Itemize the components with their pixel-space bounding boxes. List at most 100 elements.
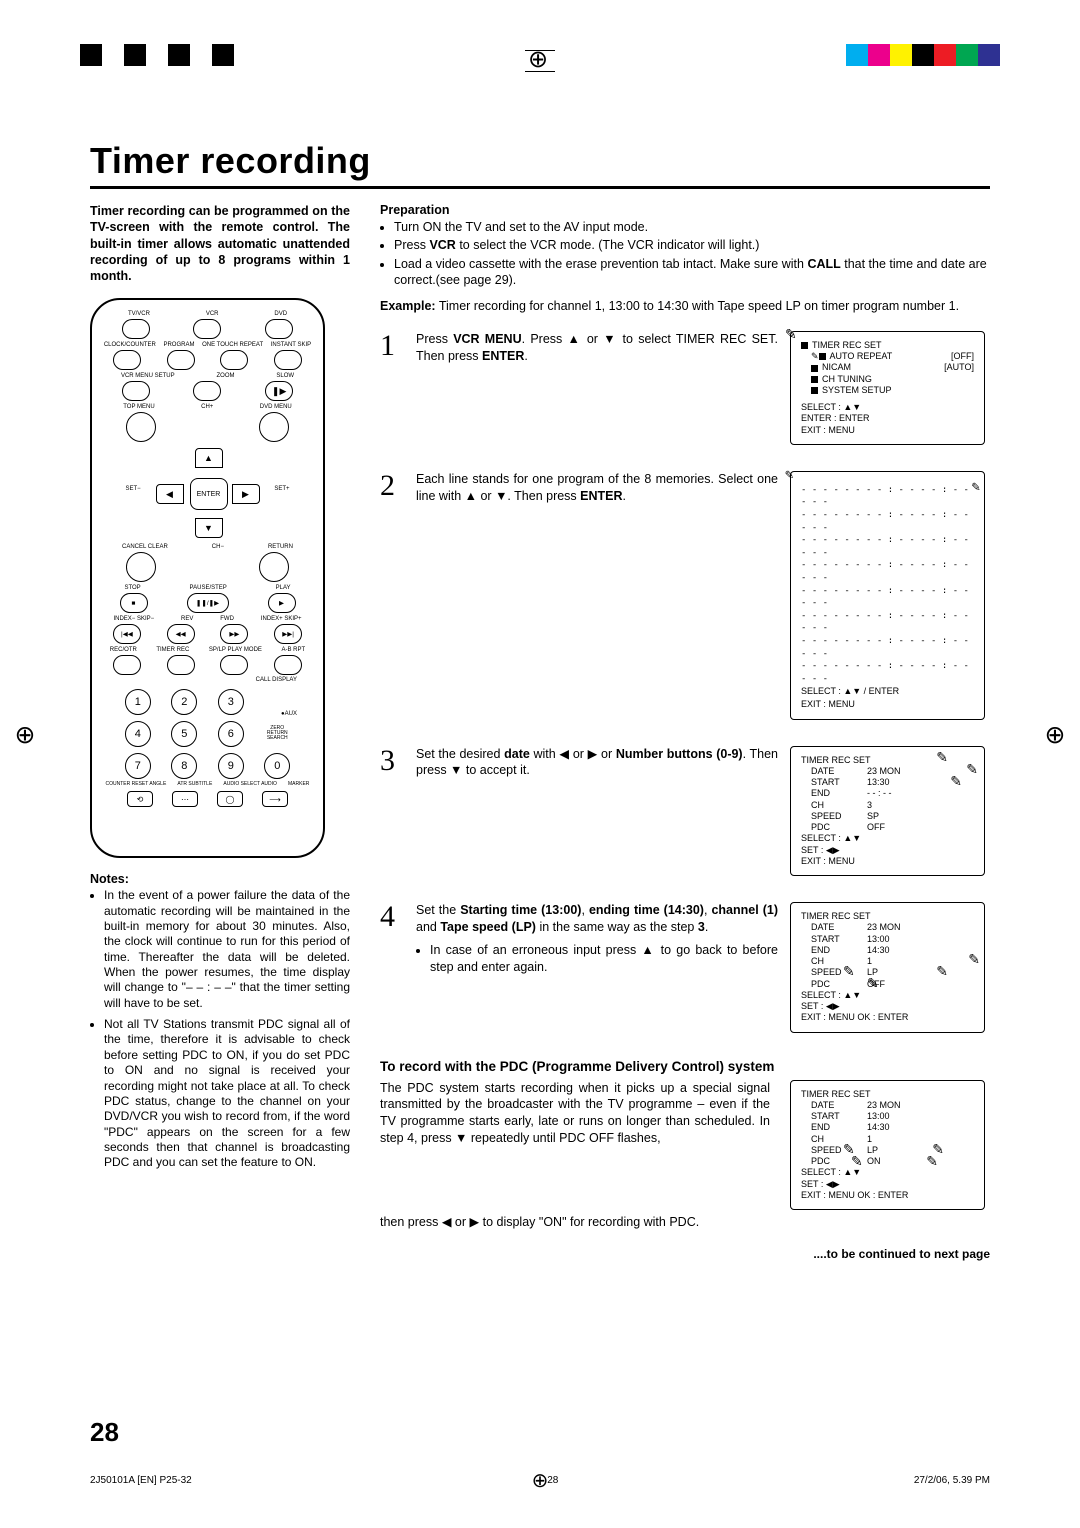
right-column: Preparation Turn ON the TV and set to th… (380, 203, 990, 1261)
remote-nav-left: ◀ (156, 484, 184, 504)
remote-call-label: CALL DISPLAY (100, 677, 315, 683)
remote-label: INDEX− SKIP− (113, 616, 154, 622)
remote-label: REV (181, 616, 193, 622)
title-rule (90, 186, 990, 189)
remote-label: TV/VCR (128, 311, 150, 317)
remote-button (167, 655, 195, 675)
pen-icon: ✎ (936, 749, 948, 767)
remote-label: PROGRAM (163, 342, 194, 348)
example-paragraph: Example: Timer recording for channel 1, … (380, 298, 990, 315)
remote-label: REC/OTR (110, 647, 137, 653)
num-6: 6 (218, 721, 244, 747)
notes-heading: Notes: (90, 872, 350, 886)
prep-item: Press VCR to select the VCR mode. (The V… (394, 237, 990, 253)
remote-button (274, 350, 302, 370)
remote-label: SLOW (276, 373, 294, 379)
osd-screen-5: ✎ ✎ ✎ ✎ TIMER REC SET DATE23 MONSTART13:… (790, 1080, 985, 1211)
osd-screen-2: ✎ ✎ - - - - - - - - : - - - - : - - - - … (790, 471, 985, 720)
remote-label: MARKER (288, 781, 309, 787)
remote-button (193, 319, 221, 339)
remote-label: CH+ (201, 404, 213, 410)
remote-return-button (259, 552, 289, 582)
columns: Timer recording can be programmed on the… (90, 203, 990, 1261)
pdc-heading: To record with the PDC (Programme Delive… (380, 1059, 990, 1074)
remote-nav-down: ▼ (195, 518, 223, 538)
footer-left: 2J50101A [EN] P25-32 (90, 1475, 192, 1486)
remote-label: DVD (274, 311, 287, 317)
step-text: Each line stands for one program of the … (416, 471, 778, 720)
remote-label: SP/LP PLAY MODE (209, 647, 262, 653)
remote-set-plus-label: SET+ (274, 486, 289, 492)
remote-button (220, 350, 248, 370)
remote-label: INSTANT SKIP (271, 342, 311, 348)
num-9: 9 (218, 753, 244, 779)
remote-label: TIMER REC (156, 647, 189, 653)
step-2: 2 Each line stands for one program of th… (380, 471, 990, 720)
page-title: Timer recording (90, 140, 990, 182)
remote-stop-button: ■ (120, 593, 148, 613)
remote-button (167, 350, 195, 370)
osd-screen-4: ✎ ✎ ✎ ✎ TIMER REC SET DATE23 MONSTART13:… (790, 902, 985, 1033)
footer-right: 27/2/06, 5.39 PM (914, 1475, 990, 1486)
preparation-heading: Preparation (380, 203, 990, 217)
remote-label: VCR (206, 311, 219, 317)
remote-label: TOP MENU (123, 404, 154, 410)
step-number: 4 (380, 902, 404, 1033)
remote-skip-back-button: |◀◀ (113, 624, 141, 644)
pen-icon: ✎ (968, 951, 980, 969)
pdc-text: The PDC system starts recording when it … (380, 1080, 770, 1211)
remote-lower-button: ⟲ (127, 791, 153, 807)
remote-top-menu-button (126, 412, 156, 442)
pen-icon: ✎ (867, 975, 879, 993)
remote-button (220, 655, 248, 675)
remote-label: CLOCK/COUNTER (104, 342, 156, 348)
step-1: 1 Press VCR MENU. Press ▲ or ▼ to select… (380, 331, 990, 445)
pen-icon: ✎ (972, 478, 980, 498)
pen-icon: ✎ (785, 326, 797, 344)
footer: 2J50101A [EN] P25-32 28 ⊕ 27/2/06, 5.39 … (90, 1475, 990, 1486)
remote-lower-button: ⋯ (172, 791, 198, 807)
remote-play-button: ▶ (268, 593, 296, 613)
step-number: 3 (380, 746, 404, 877)
pen-icon: ✎ (950, 773, 962, 791)
pen-icon: ✎ (926, 1153, 938, 1171)
osd-container-1: ✎ TIMER REC SET ✎AUTO REPEAT[OFF] NICAM[… (790, 331, 990, 445)
remote-label: CH− (212, 544, 224, 550)
registration-crosshair-right: ⊕ (1040, 720, 1070, 750)
remote-lower-button: ◯ (217, 791, 243, 807)
remote-label: ONE TOUCH REPEAT (202, 342, 263, 348)
remote-nav-up: ▲ (195, 448, 223, 468)
osd-container-4: ✎ ✎ ✎ ✎ TIMER REC SET DATE23 MONSTART13:… (790, 902, 990, 1033)
osd-screen-1: ✎ TIMER REC SET ✎AUTO REPEAT[OFF] NICAM[… (790, 331, 985, 445)
pen-icon: ✎ (966, 761, 978, 779)
pen-icon: ✎ (936, 963, 948, 981)
example-text: Timer recording for channel 1, 13:00 to … (436, 299, 959, 313)
remote-label: FWD (220, 616, 234, 622)
page-number: 28 (90, 1417, 119, 1448)
remote-label: INDEX+ SKIP+ (261, 616, 302, 622)
registration-crosshair-top (525, 50, 555, 72)
remote-nav-right: ▶ (232, 484, 260, 504)
remote-pause-button: ❚❚/❚▶ (187, 593, 229, 613)
step-text: Set the desired date with ◀ or ▶ or Numb… (416, 746, 778, 877)
step-text: Set the Starting time (13:00), ending ti… (416, 902, 778, 1033)
footer-crosshair-icon: ⊕ (532, 1468, 549, 1493)
num-7: 7 (125, 753, 151, 779)
remote-button (193, 381, 221, 401)
remote-button (122, 319, 150, 339)
remote-label: ATR SUBTITLE (177, 781, 212, 787)
osd-container-3: ✎ ✎ ✎ TIMER REC SET DATE23 MONSTART13:30… (790, 746, 990, 877)
num-0: 0 (264, 753, 290, 779)
note-item: Not all TV Stations transmit PDC signal … (104, 1017, 350, 1171)
remote-button (265, 319, 293, 339)
remote-dvd-menu-button (259, 412, 289, 442)
step-number: 1 (380, 331, 404, 445)
remote-nav-enter: ENTER (190, 478, 228, 510)
remote-set-minus-label: SET− (126, 486, 141, 492)
remote-label: DVD MENU (260, 404, 292, 410)
continued-note: ....to be continued to next page (380, 1247, 990, 1261)
zero-return-label: ZERO RETURN SEARCH (265, 721, 289, 745)
page: ⊕ ⊕ Timer recording Timer recording can … (0, 0, 1080, 1528)
remote-numpad: 1 2 3 4 5 6 ZERO RETURN SEARCH 7 8 9 0 (118, 689, 298, 779)
osd-container-2: ✎ ✎ - - - - - - - - : - - - - : - - - - … (790, 471, 990, 720)
